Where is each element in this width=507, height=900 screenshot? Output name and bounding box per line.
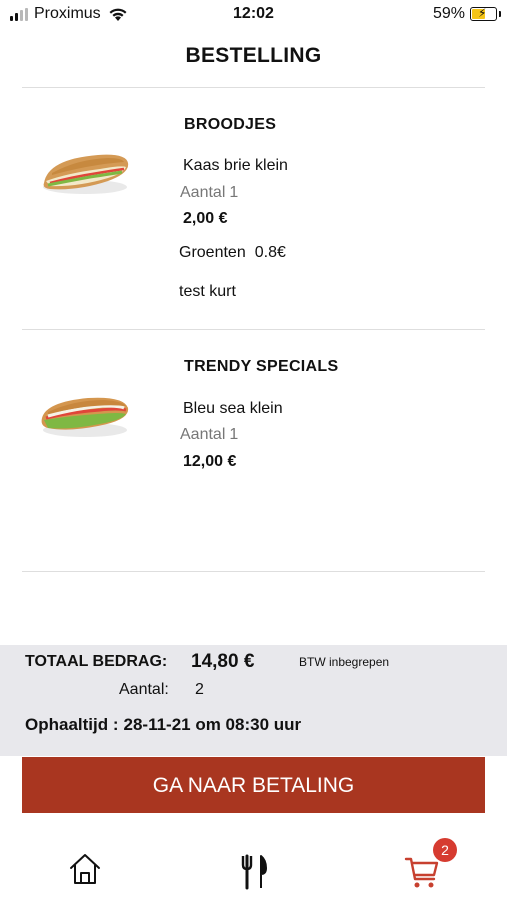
- total-value: 14,80 €: [191, 651, 255, 672]
- status-right: 59% ⚡: [432, 5, 501, 23]
- item-quantity: Aantal 1: [180, 426, 238, 444]
- pickup-time: Ophaaltijd :28-11-21 om 08:30 uur: [25, 715, 301, 735]
- item-product-name: Bleu sea klein: [183, 400, 283, 417]
- item-quantity: Aantal 1: [180, 184, 238, 202]
- battery-percent: 59%: [432, 5, 465, 22]
- page-title: BESTELLING: [185, 44, 322, 67]
- battery-charging-icon: ⚡: [470, 6, 501, 21]
- quantity-label: Aantal: [180, 184, 226, 201]
- quantity-label: Aantal: [180, 426, 226, 443]
- extra-name: Groenten: [179, 244, 246, 261]
- quantity-value: 1: [229, 426, 239, 443]
- order-item: BROODJES Kaas brie klein Aantal 1 2,00 € …: [0, 88, 507, 328]
- divider: [22, 571, 485, 572]
- item-category: TRENDY SPECIALS: [184, 358, 339, 375]
- item-price: 2,00 €: [183, 210, 228, 227]
- sandwich-image: [41, 397, 129, 437]
- vat-note: BTW inbegrepen: [299, 655, 390, 669]
- extra-price: 0.8€: [254, 244, 286, 261]
- item-extra: Groenten 0.8€: [179, 244, 286, 262]
- tab-bar: [0, 840, 507, 900]
- cart-icon[interactable]: [404, 854, 440, 890]
- total-label: TOTAAL BEDRAG:: [25, 653, 168, 670]
- status-bar: Proximus 12:02 59% ⚡: [0, 0, 507, 30]
- item-category: BROODJES: [184, 116, 277, 133]
- cart-count-badge: 2: [433, 838, 457, 862]
- item-product-name: Kaas brie klein: [183, 157, 288, 174]
- pickup-label: Ophaaltijd :: [25, 715, 119, 734]
- item-note: test kurt: [179, 283, 236, 300]
- status-time: 12:02: [233, 5, 274, 22]
- sandwich-image: [43, 154, 129, 194]
- count-value: 2: [195, 681, 204, 698]
- order-summary: TOTAAL BEDRAG: 14,80 € BTW inbegrepen Aa…: [0, 645, 507, 756]
- fork-knife-icon[interactable]: [240, 854, 268, 890]
- go-to-payment-button[interactable]: GA NAAR BETALING: [22, 757, 485, 813]
- item-price: 12,00 €: [183, 453, 237, 470]
- quantity-value: 1: [229, 184, 239, 201]
- order-item: TRENDY SPECIALS Bleu sea klein Aantal 1 1…: [0, 330, 507, 570]
- pickup-value: 28-11-21 om 08:30 uur: [123, 715, 302, 734]
- count-label: Aantal:: [119, 681, 169, 698]
- home-icon[interactable]: [68, 852, 102, 886]
